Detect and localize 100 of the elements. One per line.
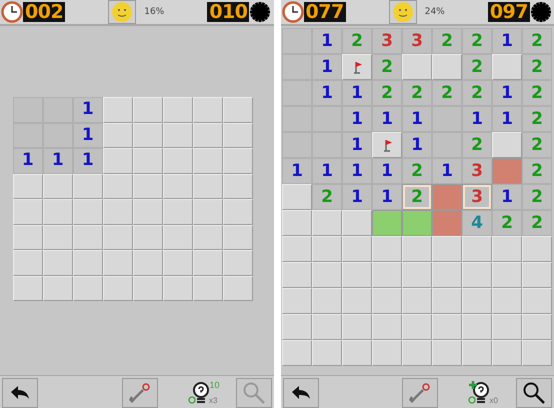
hidden-cell[interactable] [372, 340, 402, 366]
open-cell[interactable]: 1 [72, 122, 103, 148]
smiley-button[interactable] [108, 0, 136, 24]
open-cell[interactable]: 3 [402, 28, 432, 54]
hidden-cell[interactable] [42, 250, 73, 276]
hidden-cell[interactable] [192, 199, 223, 224]
open-cell[interactable]: 1 [72, 97, 103, 122]
hidden-cell[interactable] [312, 210, 342, 236]
hidden-cell[interactable] [102, 276, 133, 301]
hidden-cell[interactable] [432, 54, 462, 80]
open-cell[interactable]: 1 [282, 158, 312, 184]
hidden-cell[interactable] [312, 314, 342, 340]
open-cell[interactable] [282, 80, 312, 106]
hidden-cell[interactable] [462, 262, 492, 288]
hidden-cell[interactable] [462, 288, 492, 314]
open-cell[interactable]: 1 [342, 184, 372, 210]
hidden-cell[interactable] [72, 224, 103, 250]
hidden-cell[interactable] [72, 199, 103, 224]
hidden-cell[interactable] [12, 250, 43, 276]
hidden-cell[interactable] [132, 122, 163, 148]
hidden-cell[interactable] [402, 340, 432, 366]
hidden-cell[interactable] [162, 199, 193, 224]
open-cell[interactable]: 2 [522, 132, 552, 158]
hidden-cell[interactable] [522, 288, 552, 314]
open-cell[interactable]: 2 [462, 54, 492, 80]
open-cell[interactable]: 3 [372, 28, 402, 54]
open-cell[interactable]: 1 [492, 106, 522, 132]
open-cell[interactable]: 2 [522, 210, 552, 236]
hidden-cell[interactable] [312, 262, 342, 288]
hidden-cell[interactable] [492, 314, 522, 340]
open-cell[interactable]: 2 [522, 158, 552, 184]
hidden-cell[interactable] [222, 224, 253, 250]
hidden-cell[interactable] [372, 236, 402, 262]
open-cell[interactable]: 1 [372, 158, 402, 184]
hidden-cell[interactable] [462, 236, 492, 262]
open-cell[interactable]: 2 [402, 158, 432, 184]
hidden-cell[interactable] [102, 122, 133, 148]
mine-cell[interactable] [492, 158, 522, 184]
open-cell[interactable]: 2 [522, 106, 552, 132]
open-cell[interactable]: 1 [492, 28, 522, 54]
hidden-cell[interactable] [192, 224, 223, 250]
open-cell[interactable]: 1 [12, 148, 43, 174]
open-cell[interactable]: 1 [342, 80, 372, 106]
hidden-cell[interactable] [342, 236, 372, 262]
open-cell[interactable]: 2 [432, 80, 462, 106]
hidden-cell[interactable] [192, 276, 223, 301]
hidden-cell[interactable] [72, 250, 103, 276]
hidden-cell[interactable] [282, 210, 312, 236]
open-cell[interactable]: 1 [492, 184, 522, 210]
open-cell[interactable]: 1 [492, 80, 522, 106]
hidden-cell[interactable] [312, 340, 342, 366]
hidden-cell[interactable] [132, 174, 163, 199]
open-cell[interactable]: 1 [312, 54, 342, 80]
open-cell[interactable]: 1 [372, 184, 402, 210]
hidden-cell[interactable] [132, 224, 163, 250]
hidden-cell[interactable] [222, 250, 253, 276]
open-cell[interactable]: 1 [312, 158, 342, 184]
open-cell[interactable]: 4 [462, 210, 492, 236]
open-cell[interactable]: 2 [342, 28, 372, 54]
shovel-button[interactable] [122, 378, 158, 408]
hidden-cell[interactable] [162, 174, 193, 199]
hidden-cell[interactable] [402, 54, 432, 80]
hidden-cell[interactable] [102, 148, 133, 174]
hidden-cell[interactable] [432, 288, 462, 314]
hidden-cell[interactable] [162, 224, 193, 250]
highlighted-cell[interactable]: 3 [462, 184, 492, 210]
hidden-cell[interactable] [522, 262, 552, 288]
open-cell[interactable]: 1 [402, 132, 432, 158]
open-cell[interactable]: 1 [342, 132, 372, 158]
hidden-cell[interactable] [282, 288, 312, 314]
hidden-cell[interactable] [492, 340, 522, 366]
hidden-cell[interactable] [222, 97, 253, 122]
hidden-cell[interactable] [312, 288, 342, 314]
hidden-cell[interactable] [72, 276, 103, 301]
hidden-cell[interactable] [42, 199, 73, 224]
open-cell[interactable]: 2 [522, 28, 552, 54]
shovel-button[interactable] [402, 378, 438, 408]
hidden-cell[interactable] [72, 174, 103, 199]
open-cell[interactable] [282, 54, 312, 80]
hidden-cell[interactable] [342, 210, 372, 236]
hidden-cell[interactable] [312, 236, 342, 262]
open-cell[interactable]: 2 [462, 132, 492, 158]
hidden-cell[interactable] [102, 224, 133, 250]
hidden-cell[interactable] [432, 262, 462, 288]
open-cell[interactable]: 1 [462, 106, 492, 132]
hidden-cell[interactable] [282, 236, 312, 262]
hidden-cell[interactable] [372, 288, 402, 314]
hidden-cell[interactable] [282, 262, 312, 288]
hidden-cell[interactable] [162, 97, 193, 122]
hidden-cell[interactable] [372, 314, 402, 340]
hidden-cell[interactable] [192, 250, 223, 276]
hidden-cell[interactable] [132, 250, 163, 276]
hidden-cell[interactable] [402, 288, 432, 314]
hidden-cell[interactable] [492, 262, 522, 288]
hidden-cell[interactable] [342, 314, 372, 340]
open-cell[interactable]: 1 [42, 148, 73, 174]
hidden-cell[interactable] [432, 314, 462, 340]
hidden-cell[interactable] [162, 122, 193, 148]
undo-button[interactable] [2, 378, 38, 408]
open-cell[interactable]: 2 [522, 80, 552, 106]
